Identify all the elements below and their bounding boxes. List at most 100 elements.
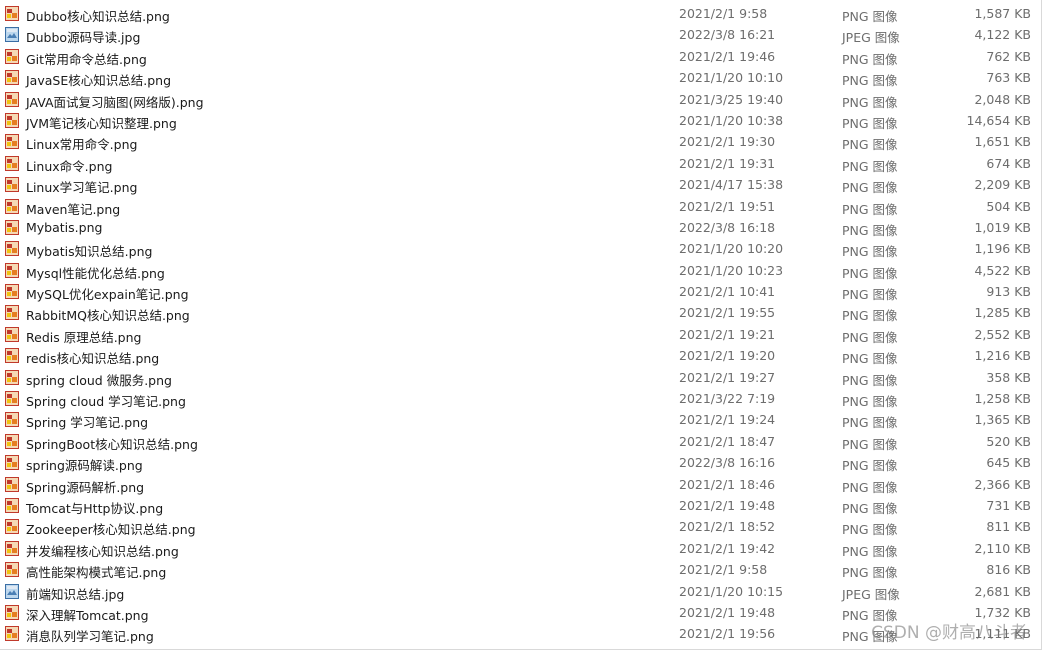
file-type: PNG 图像 <box>842 329 898 345</box>
file-size: 913 KB <box>986 284 1031 300</box>
file-type: PNG 图像 <box>842 180 898 196</box>
file-row[interactable]: Dubbo源码导读.jpg 2022/3/8 16:21 JPEG 图像 4,122 … <box>0 24 1041 45</box>
file-modified-date: 2021/2/1 18:46 <box>679 476 776 492</box>
png-file-icon <box>5 177 19 193</box>
file-row[interactable]: MySQL优化expain笔记.png 2021/2/1 10:41 PNG 图像 9… <box>0 281 1041 302</box>
file-row[interactable]: Mybatis.png 2022/3/8 16:18 PNG 图像 1,019 KB <box>0 217 1041 238</box>
file-name: Zookeeper核心知识总结.png <box>26 522 196 538</box>
file-name: Spring源码解析.png <box>26 479 145 495</box>
file-type: JPEG 图像 <box>842 586 900 602</box>
file-size: 1,216 KB <box>974 348 1031 364</box>
file-size: 4,522 KB <box>974 262 1031 278</box>
png-file-icon <box>5 262 19 278</box>
file-type: PNG 图像 <box>842 500 898 516</box>
file-modified-date: 2021/2/1 10:41 <box>679 284 776 300</box>
file-size: 4,122 KB <box>974 27 1031 43</box>
file-row[interactable]: spring源码解读.png 2022/3/8 16:16 PNG 图像 645 KB <box>0 452 1041 473</box>
file-row[interactable]: Linux学习笔记.png 2021/4/17 15:38 PNG 图像 2,209 … <box>0 174 1041 195</box>
file-modified-date: 2021/1/20 10:38 <box>679 112 784 128</box>
file-name: Mybatis.png <box>26 219 103 235</box>
file-row[interactable]: redis核心知识总结.png 2021/2/1 19:20 PNG 图像 1,216… <box>0 345 1041 366</box>
file-name: spring源码解读.png <box>26 458 143 474</box>
file-size: 763 KB <box>986 70 1031 86</box>
file-type: PNG 图像 <box>842 607 898 623</box>
file-type: PNG 图像 <box>842 244 898 260</box>
file-size: 816 KB <box>986 562 1031 578</box>
file-row[interactable]: Mybatis知识总结.png 2021/1/20 10:20 PNG 图像 1,19… <box>0 238 1041 259</box>
png-file-icon <box>5 241 19 257</box>
file-row[interactable]: Spring源码解析.png 2021/2/1 18:46 PNG 图像 2,366 … <box>0 474 1041 495</box>
file-size: 1,651 KB <box>974 134 1031 150</box>
png-file-icon <box>5 91 19 107</box>
file-size: 762 KB <box>986 48 1031 64</box>
file-name: Mysql性能优化总结.png <box>26 265 165 281</box>
file-type: PNG 图像 <box>842 94 898 110</box>
file-type: PNG 图像 <box>842 73 898 89</box>
file-name: spring cloud 微服务.png <box>26 372 172 388</box>
file-row[interactable]: 消息队列学习笔记.png 2021/2/1 19:56 PNG 图像 1,111 KB <box>0 623 1041 644</box>
file-name: Maven笔记.png <box>26 201 121 217</box>
file-name: JavaSE核心知识总结.png <box>26 73 172 89</box>
png-file-icon <box>5 412 19 428</box>
png-file-icon <box>5 112 19 128</box>
file-size: 731 KB <box>986 497 1031 513</box>
file-type: PNG 图像 <box>842 372 898 388</box>
file-type: PNG 图像 <box>842 394 898 410</box>
file-name: Spring cloud 学习笔记.png <box>26 394 186 410</box>
file-type: JPEG 图像 <box>842 30 900 46</box>
file-row[interactable]: Tomcat与Http协议.png 2021/2/1 19:48 PNG 图像 731… <box>0 495 1041 516</box>
png-file-icon <box>5 134 19 150</box>
file-modified-date: 2021/2/1 19:42 <box>679 540 776 556</box>
png-file-icon <box>5 48 19 64</box>
file-row[interactable]: JavaSE核心知识总结.png 2021/1/20 10:10 PNG 图像 763… <box>0 67 1041 88</box>
file-size: 1,732 KB <box>974 604 1031 620</box>
file-name: Tomcat与Http协议.png <box>26 500 164 516</box>
file-row[interactable]: 并发编程核心知识总结.png 2021/2/1 19:42 PNG 图像 2,110 … <box>0 538 1041 559</box>
file-row[interactable]: Zookeeper核心知识总结.png 2021/2/1 18:52 PNG 图像 8… <box>0 516 1041 537</box>
file-row[interactable]: Redis 原理总结.png 2021/2/1 19:21 PNG 图像 2,552 … <box>0 324 1041 345</box>
file-size: 2,681 KB <box>974 583 1031 599</box>
file-size: 674 KB <box>986 155 1031 171</box>
file-type: PNG 图像 <box>842 415 898 431</box>
png-file-icon <box>5 369 19 385</box>
file-row[interactable]: Linux命令.png 2021/2/1 19:31 PNG 图像 674 KB <box>0 153 1041 174</box>
file-type: PNG 图像 <box>842 51 898 67</box>
file-type: PNG 图像 <box>842 287 898 303</box>
file-modified-date: 2021/3/25 19:40 <box>679 91 784 107</box>
file-modified-date: 2021/2/1 19:21 <box>679 326 776 342</box>
file-row[interactable]: spring cloud 微服务.png 2021/2/1 19:27 PNG 图像… <box>0 367 1041 388</box>
file-row[interactable]: SpringBoot核心知识总结.png 2021/2/1 18:47 PNG 图像… <box>0 431 1041 452</box>
file-size: 1,019 KB <box>974 219 1031 235</box>
file-type: PNG 图像 <box>842 479 898 495</box>
file-modified-date: 2022/3/8 16:16 <box>679 455 776 471</box>
file-size: 520 KB <box>986 433 1031 449</box>
file-row[interactable]: JAVA面试复习脑图(网络版).png 2021/3/25 19:40 PNG 图像… <box>0 89 1041 110</box>
file-name: Mybatis知识总结.png <box>26 244 153 260</box>
file-row[interactable]: 前端知识总结.jpg 2021/1/20 10:15 JPEG 图像 2,681 KB <box>0 581 1041 602</box>
file-row[interactable]: Mysql性能优化总结.png 2021/1/20 10:23 PNG 图像 4,52… <box>0 260 1041 281</box>
file-size: 2,209 KB <box>974 177 1031 193</box>
file-row[interactable]: Linux常用命令.png 2021/2/1 19:30 PNG 图像 1,651 K… <box>0 131 1041 152</box>
file-row[interactable]: 深入理解Tomcat.png 2021/2/1 19:48 PNG 图像 1,732 … <box>0 602 1041 623</box>
file-row[interactable]: Dubbo核心知识总结.png 2021/2/1 9:58 PNG 图像 1,587 … <box>0 3 1041 24</box>
file-name: redis核心知识总结.png <box>26 351 160 367</box>
file-row[interactable]: Spring cloud 学习笔记.png 2021/3/22 7:19 PNG 图… <box>0 388 1041 409</box>
file-name: 消息队列学习笔记.png <box>26 629 154 645</box>
file-row[interactable]: RabbitMQ核心知识总结.png 2021/2/1 19:55 PNG 图像 1,… <box>0 302 1041 323</box>
file-row[interactable]: Maven笔记.png 2021/2/1 19:51 PNG 图像 504 KB <box>0 196 1041 217</box>
file-row[interactable]: Spring 学习笔记.png 2021/2/1 19:24 PNG 图像 1,365… <box>0 409 1041 430</box>
file-row[interactable]: Git常用命令总结.png 2021/2/1 19:46 PNG 图像 762 KB <box>0 46 1041 67</box>
file-modified-date: 2021/2/1 18:47 <box>679 433 776 449</box>
file-name: JAVA面试复习脑图(网络版).png <box>26 94 204 110</box>
file-modified-date: 2021/2/1 19:46 <box>679 48 776 64</box>
jpeg-file-icon <box>5 27 19 43</box>
png-file-icon <box>5 391 19 407</box>
file-modified-date: 2021/2/1 19:31 <box>679 155 776 171</box>
file-modified-date: 2021/1/20 10:23 <box>679 262 784 278</box>
file-name: Linux命令.png <box>26 158 113 174</box>
file-name: 并发编程核心知识总结.png <box>26 543 179 559</box>
file-type: PNG 图像 <box>842 543 898 559</box>
file-name: Dubbo源码导读.jpg <box>26 30 141 46</box>
file-row[interactable]: JVM笔记核心知识整理.png 2021/1/20 10:38 PNG 图像 14,6… <box>0 110 1041 131</box>
file-row[interactable]: 高性能架构模式笔记.png 2021/2/1 9:58 PNG 图像 816 KB <box>0 559 1041 580</box>
